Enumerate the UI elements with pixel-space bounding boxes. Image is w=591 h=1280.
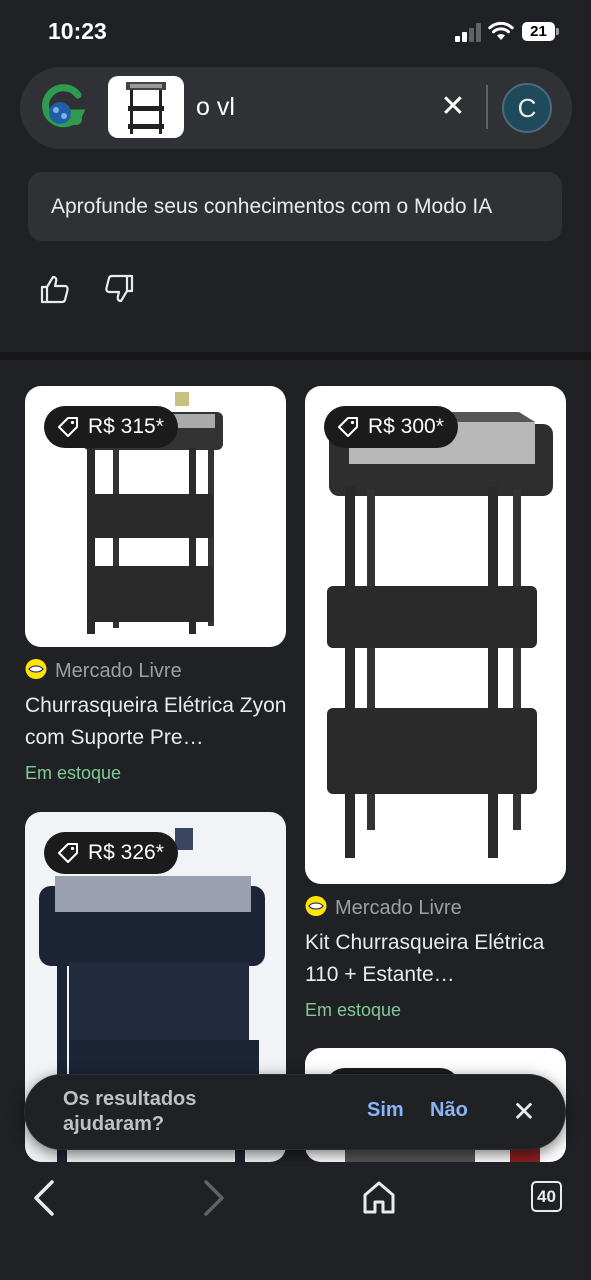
cellular-signal-icon [455,22,483,42]
product-title[interactable]: Kit Churrasqueira Elétrica 110 + Estante… [305,927,567,991]
price-badge: R$ 315* [44,406,178,448]
status-time: 10:23 [48,18,107,44]
stock-status: Em estoque [305,1000,402,1020]
seller-name[interactable]: Mercado Livre [305,895,462,920]
product-image[interactable]: R$ 300* [305,386,566,884]
search-bar[interactable]: o vl ✕ C [20,67,572,149]
back-icon[interactable] [28,1178,62,1218]
thumbs-up-icon[interactable] [38,274,70,304]
section-divider [0,352,591,360]
price-badge: R$ 300* [324,406,458,448]
price-label: R$ 300* [368,415,444,438]
search-query[interactable]: o vl [196,93,235,122]
price-tag-icon [58,417,78,437]
tabs-icon[interactable]: 40 [531,1181,562,1212]
close-icon[interactable]: ✕ [435,89,471,125]
price-tag-icon [338,417,358,437]
mercado-livre-icon [25,659,47,679]
search-divider [486,85,488,129]
product-title[interactable]: Churrasqueira Elétrica Zyon com Suporte … [25,690,287,754]
feedback-question: Os resultados ajudaram? [63,1088,197,1135]
close-icon[interactable]: ✕ [509,1097,539,1127]
ai-mode-chip[interactable]: Aprofunde seus conhecimentos com o Modo … [28,172,562,241]
product-image[interactable]: R$ 315* [25,386,286,647]
forward-icon[interactable] [196,1178,230,1218]
price-badge: R$ 326* [44,832,178,874]
google-lens-icon[interactable] [38,81,90,133]
home-icon[interactable] [360,1178,398,1216]
feedback-no-button[interactable]: Não [430,1099,468,1122]
status-bar: 10:23 21 [0,0,591,64]
mercado-livre-icon [305,896,327,916]
account-avatar[interactable]: C [502,83,552,133]
feedback-toast: Os resultados ajudaram? Sim Não ✕ [25,1075,565,1149]
bottom-nav: 40 [0,1162,591,1280]
seller-name[interactable]: Mercado Livre [25,658,182,683]
search-image-thumbnail[interactable] [108,76,184,138]
thumbs-down-icon[interactable] [104,274,136,304]
price-label: R$ 326* [88,841,164,864]
page: 10:23 21 o vl ✕ C Aprofunde seus conheci… [0,0,591,1280]
price-label: R$ 315* [88,415,164,438]
stock-status: Em estoque [25,763,122,783]
battery-indicator: 21 [522,22,559,41]
price-tag-icon [58,843,78,863]
feedback-yes-button[interactable]: Sim [367,1099,404,1122]
wifi-icon [488,21,514,40]
